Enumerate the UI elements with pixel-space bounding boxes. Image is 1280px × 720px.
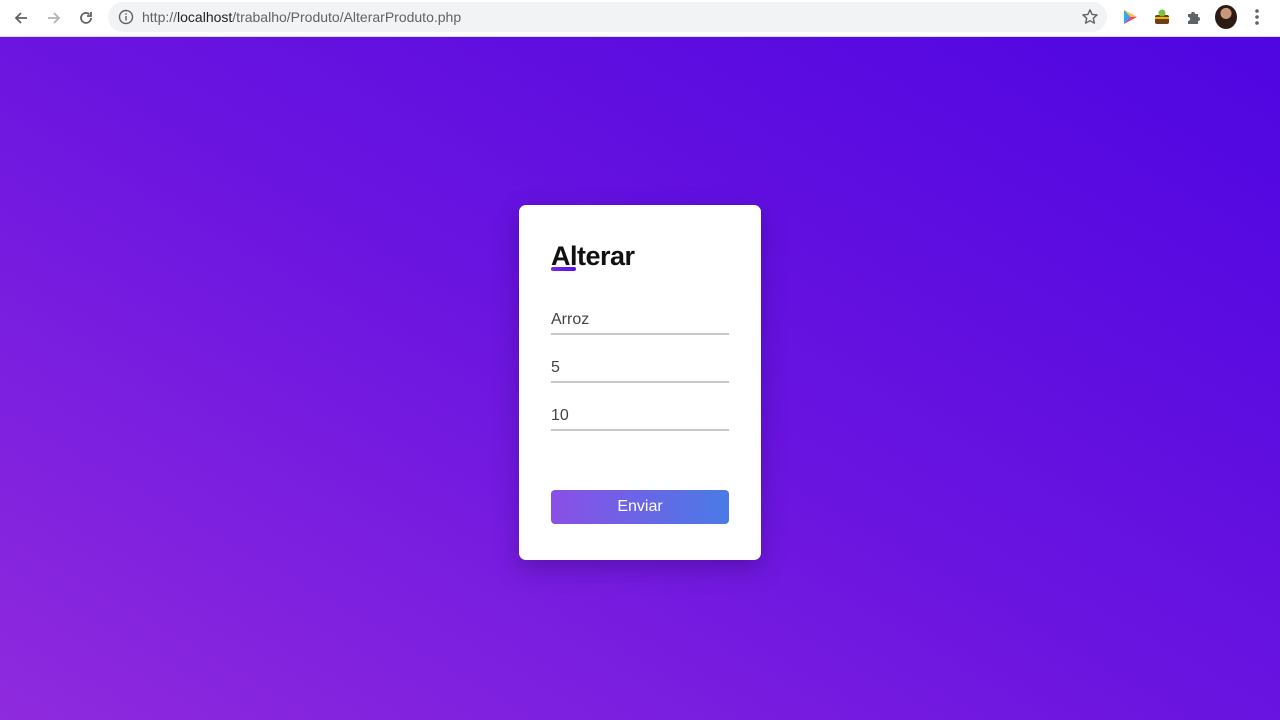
puzzle-icon: [1188, 12, 1200, 24]
extension-play-button[interactable]: [1119, 6, 1141, 28]
product-quantity-input[interactable]: [551, 355, 729, 383]
back-button[interactable]: [9, 6, 33, 30]
page-background: Alterar Enviar: [0, 37, 1280, 720]
forward-button[interactable]: [42, 6, 66, 30]
star-icon[interactable]: [1081, 8, 1099, 26]
product-price-input[interactable]: [551, 403, 729, 431]
extensions-menu-button[interactable]: [1183, 6, 1205, 28]
more-vert-icon[interactable]: [1250, 8, 1264, 28]
title-underline: [551, 267, 576, 271]
arrow-right-icon: [48, 12, 61, 24]
info-icon[interactable]: [118, 9, 134, 25]
reload-icon: [80, 12, 92, 24]
url-scheme: http://: [142, 9, 178, 25]
address-bar[interactable]: http://localhost/trabalho/Produto/Altera…: [108, 2, 1107, 32]
form-card: Alterar Enviar: [519, 205, 761, 560]
submit-button[interactable]: Enviar: [551, 490, 729, 524]
product-name-input[interactable]: [551, 307, 729, 335]
browser-toolbar: http://localhost/trabalho/Produto/Altera…: [0, 0, 1280, 37]
extension-app-button[interactable]: [1151, 6, 1173, 28]
avatar[interactable]: [1215, 5, 1237, 29]
reload-button[interactable]: [74, 6, 98, 30]
url-host: localhost: [177, 9, 233, 25]
play-icon: [1124, 10, 1137, 24]
extension-app-icon: [1155, 9, 1169, 24]
url-path: /trabalho/Produto/AlterarProduto.php: [232, 9, 462, 25]
arrow-left-icon: [14, 12, 27, 24]
url-text[interactable]: http://localhost/trabalho/Produto/Altera…: [142, 9, 461, 25]
